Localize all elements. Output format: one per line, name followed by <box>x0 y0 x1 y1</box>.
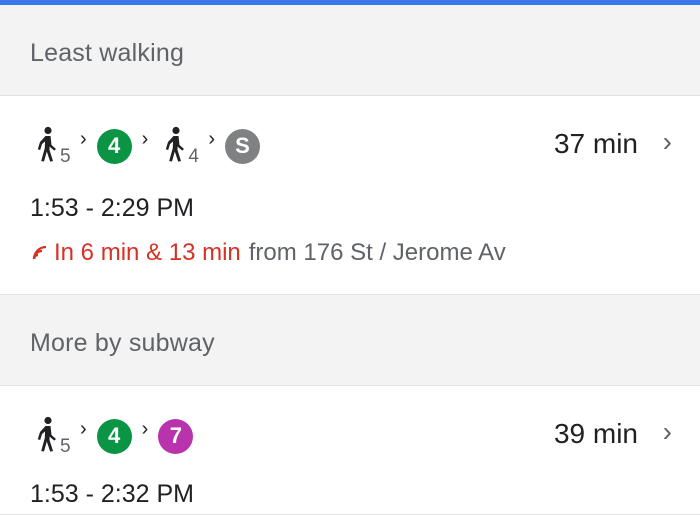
route-times: 1:53 - 2:32 PM <box>30 480 194 508</box>
route-duration: 39 min <box>553 418 638 449</box>
chevron-right-icon[interactable]: › <box>663 416 672 448</box>
chevron-small-icon: › <box>141 417 149 440</box>
subway-line-badge: S <box>225 128 261 164</box>
subway-line-badge: 4 <box>96 128 132 164</box>
route-steps: 5 › 4 › 4 › S <box>30 126 261 167</box>
route-steps: 5 › 4 › 7 <box>30 416 194 457</box>
subway-line-badge: 7 <box>158 418 194 454</box>
section-title: Least walking <box>30 39 185 67</box>
route-card[interactable]: 5 › 4 › 7 39 min › 1:53 - 2:32 PM <box>0 385 700 515</box>
departure-station: from 176 St / Jerome Av <box>248 239 506 266</box>
subway-line-badge: 4 <box>96 418 132 454</box>
departure-times: In 6 min & 13 min <box>54 239 241 266</box>
realtime-departures: In 6 min & 13 min from 176 St / Jerome A… <box>30 239 506 267</box>
chevron-small-icon: › <box>208 127 216 150</box>
realtime-signal-icon <box>32 245 47 260</box>
route-times: 1:53 - 2:29 PM <box>30 194 194 222</box>
route-duration: 37 min <box>553 128 638 159</box>
section-header-least-walking: Least walking <box>0 5 700 95</box>
walk-minutes: 5 <box>60 146 71 167</box>
walk-step: 5 <box>30 416 74 457</box>
walk-step: 4 <box>158 126 202 167</box>
section-title: More by subway <box>30 329 215 357</box>
walk-minutes: 4 <box>188 146 199 167</box>
route-card[interactable]: 5 › 4 › 4 › S 37 min › 1:53 - 2:29 PM In… <box>0 95 700 295</box>
section-header-more-by-subway: More by subway <box>0 295 700 385</box>
chevron-small-icon: › <box>80 417 87 440</box>
chevron-small-icon: › <box>80 127 87 150</box>
walk-step: 5 <box>30 126 74 167</box>
walking-person-icon <box>37 416 56 452</box>
walking-person-icon <box>37 126 56 162</box>
chevron-small-icon: › <box>141 127 149 150</box>
walking-person-icon <box>166 126 185 162</box>
walk-minutes: 5 <box>60 436 71 457</box>
chevron-right-icon[interactable]: › <box>663 126 672 158</box>
